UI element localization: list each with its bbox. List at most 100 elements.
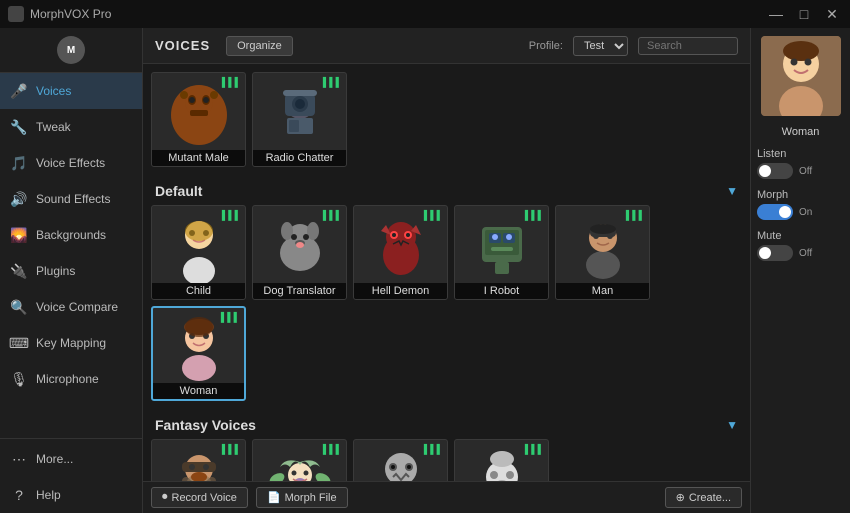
key-mapping-icon: ⌨ xyxy=(10,334,28,352)
sidebar-item-microphone[interactable]: 🎙 Microphone xyxy=(0,361,142,397)
sidebar-item-backgrounds[interactable]: 🌄 Backgrounds xyxy=(0,217,142,253)
sidebar-item-label: More... xyxy=(36,452,73,466)
mute-toggle[interactable] xyxy=(757,245,793,261)
signal-icon: ▌▌▌ xyxy=(323,210,342,220)
listen-control: Listen Off xyxy=(757,148,844,179)
sidebar-item-voice-effects[interactable]: 🎵 Voice Effects xyxy=(0,145,142,181)
voice-compare-icon: 🔍 xyxy=(10,298,28,316)
create-button[interactable]: ⊕ Create... xyxy=(665,487,742,508)
voice-card-dog-translator[interactable]: ▌▌▌ Dog Translator xyxy=(252,205,347,300)
sidebar-item-voice-compare[interactable]: 🔍 Voice Compare xyxy=(0,289,142,325)
voice-name-dog-translator: Dog Translator xyxy=(253,283,346,299)
maximize-button[interactable]: □ xyxy=(794,6,814,23)
default-collapse-icon[interactable]: ▼ xyxy=(726,184,738,198)
right-panel: Woman Listen Off Morph On Mute xyxy=(750,28,850,513)
avatar-name: Woman xyxy=(782,126,820,138)
voices-icon: 🎤 xyxy=(10,82,28,100)
backgrounds-icon: 🌄 xyxy=(10,226,28,244)
signal-icon: ▌▌▌ xyxy=(222,77,241,87)
mutant-male-image xyxy=(152,80,245,150)
listen-label: Listen xyxy=(757,148,844,160)
search-input[interactable] xyxy=(638,37,738,55)
fantasy-section-header: Fantasy Voices ▼ xyxy=(151,409,742,439)
signal-icon: ▌▌▌ xyxy=(222,210,241,220)
mute-toggle-row: Off xyxy=(757,245,844,261)
mute-label: Mute xyxy=(757,230,844,242)
plugins-icon: 🔌 xyxy=(10,262,28,280)
listen-state: Off xyxy=(799,166,812,177)
default-section-header: Default ▼ xyxy=(151,175,742,205)
sidebar-item-tweak[interactable]: 🔧 Tweak xyxy=(0,109,142,145)
mute-control: Mute Off xyxy=(757,230,844,261)
titlebar: MorphVOX Pro — □ ✕ xyxy=(0,0,850,28)
topbar: VOICES Organize Profile: Test xyxy=(143,28,750,64)
minimize-button[interactable]: — xyxy=(766,6,786,23)
app-title: MorphVOX Pro xyxy=(30,7,111,21)
voice-card-radio-chatter[interactable]: ▌▌▌ Radio Chatter xyxy=(252,72,347,167)
app-icon xyxy=(8,6,24,22)
i-robot-image xyxy=(455,213,548,283)
sidebar-item-label: Voice Effects xyxy=(36,156,105,170)
default-grid: ▌▌▌ Child ▌▌▌ xyxy=(151,205,742,409)
morph-toggle[interactable] xyxy=(757,204,793,220)
voice-card-dwarf[interactable]: ▌▌▌ Dwarf xyxy=(151,439,246,481)
more-icon: ⋯ xyxy=(10,450,28,468)
voice-card-giant[interactable]: ▌▌▌ Giant xyxy=(353,439,448,481)
create-label: Create... xyxy=(689,492,731,504)
sidebar-item-key-mapping[interactable]: ⌨ Key Mapping xyxy=(0,325,142,361)
sidebar-item-help[interactable]: ? Help xyxy=(0,477,142,513)
sidebar-item-label: Plugins xyxy=(36,264,75,278)
window-controls[interactable]: — □ ✕ xyxy=(766,6,842,23)
dog-translator-image xyxy=(253,213,346,283)
voice-name-child: Child xyxy=(152,283,245,299)
signal-icon: ▌▌▌ xyxy=(424,444,443,454)
sidebar: M 🎤 Voices 🔧 Tweak 🎵 Voice Effects 🔊 Sou… xyxy=(0,28,143,513)
voice-container[interactable]: ▌▌▌ Mut xyxy=(143,64,750,481)
organize-button[interactable]: Organize xyxy=(226,36,293,56)
signal-icon: ▌▌▌ xyxy=(323,77,342,87)
voice-name-radio-chatter: Radio Chatter xyxy=(253,150,346,166)
morph-state: On xyxy=(799,207,812,218)
morph-icon: 📄 xyxy=(267,491,281,504)
voice-card-female-pixie[interactable]: ▌▌▌ Female Pixie xyxy=(252,439,347,481)
sidebar-item-more[interactable]: ⋯ More... xyxy=(0,441,142,477)
main-layout: M 🎤 Voices 🔧 Tweak 🎵 Voice Effects 🔊 Sou… xyxy=(0,28,850,513)
signal-icon: ▌▌▌ xyxy=(221,312,240,322)
sidebar-item-label: Help xyxy=(36,488,61,502)
signal-icon: ▌▌▌ xyxy=(323,444,342,454)
sidebar-item-voices[interactable]: 🎤 Voices xyxy=(0,73,142,109)
listen-toggle[interactable] xyxy=(757,163,793,179)
microphone-icon: 🎙 xyxy=(10,370,28,388)
voice-name-hell-demon: Hell Demon xyxy=(354,283,447,299)
morph-file-button[interactable]: 📄 Morph File xyxy=(256,487,348,508)
fantasy-grid: ▌▌▌ Dwarf xyxy=(151,439,742,481)
hell-demon-image xyxy=(354,213,447,283)
fantasy-collapse-icon[interactable]: ▼ xyxy=(726,418,738,432)
sidebar-item-label: Backgrounds xyxy=(36,228,106,242)
voice-card-nasty-gnome[interactable]: ▌▌▌ Nasty Gnome xyxy=(454,439,549,481)
listen-toggle-row: Off xyxy=(757,163,844,179)
create-plus-icon: ⊕ xyxy=(676,491,685,504)
record-voice-button[interactable]: ⏺ Record Voice xyxy=(151,487,248,508)
child-image xyxy=(152,213,245,283)
voice-name-woman: Woman xyxy=(153,383,244,399)
voice-card-i-robot[interactable]: ▌▌▌ I Robot xyxy=(454,205,549,300)
sidebar-item-plugins[interactable]: 🔌 Plugins xyxy=(0,253,142,289)
profile-select[interactable]: Test xyxy=(573,36,628,56)
signal-icon: ▌▌▌ xyxy=(525,444,544,454)
voice-name-i-robot: I Robot xyxy=(455,283,548,299)
voice-card-hell-demon[interactable]: ▌▌▌ Hel xyxy=(353,205,448,300)
tweak-icon: 🔧 xyxy=(10,118,28,136)
signal-icon: ▌▌▌ xyxy=(222,444,241,454)
sidebar-logo: M xyxy=(0,28,142,73)
voice-card-mutant-male[interactable]: ▌▌▌ Mut xyxy=(151,72,246,167)
close-button[interactable]: ✕ xyxy=(822,6,842,23)
morph-label: Morph xyxy=(757,189,844,201)
sidebar-item-label: Key Mapping xyxy=(36,336,106,350)
sidebar-item-sound-effects[interactable]: 🔊 Sound Effects xyxy=(0,181,142,217)
voice-card-man[interactable]: ▌▌▌ Man xyxy=(555,205,650,300)
featured-grid: ▌▌▌ Mut xyxy=(151,72,742,175)
voice-card-child[interactable]: ▌▌▌ Child xyxy=(151,205,246,300)
morph-control: Morph On xyxy=(757,189,844,220)
voice-card-woman[interactable]: ▌▌▌ Woman xyxy=(151,306,246,401)
